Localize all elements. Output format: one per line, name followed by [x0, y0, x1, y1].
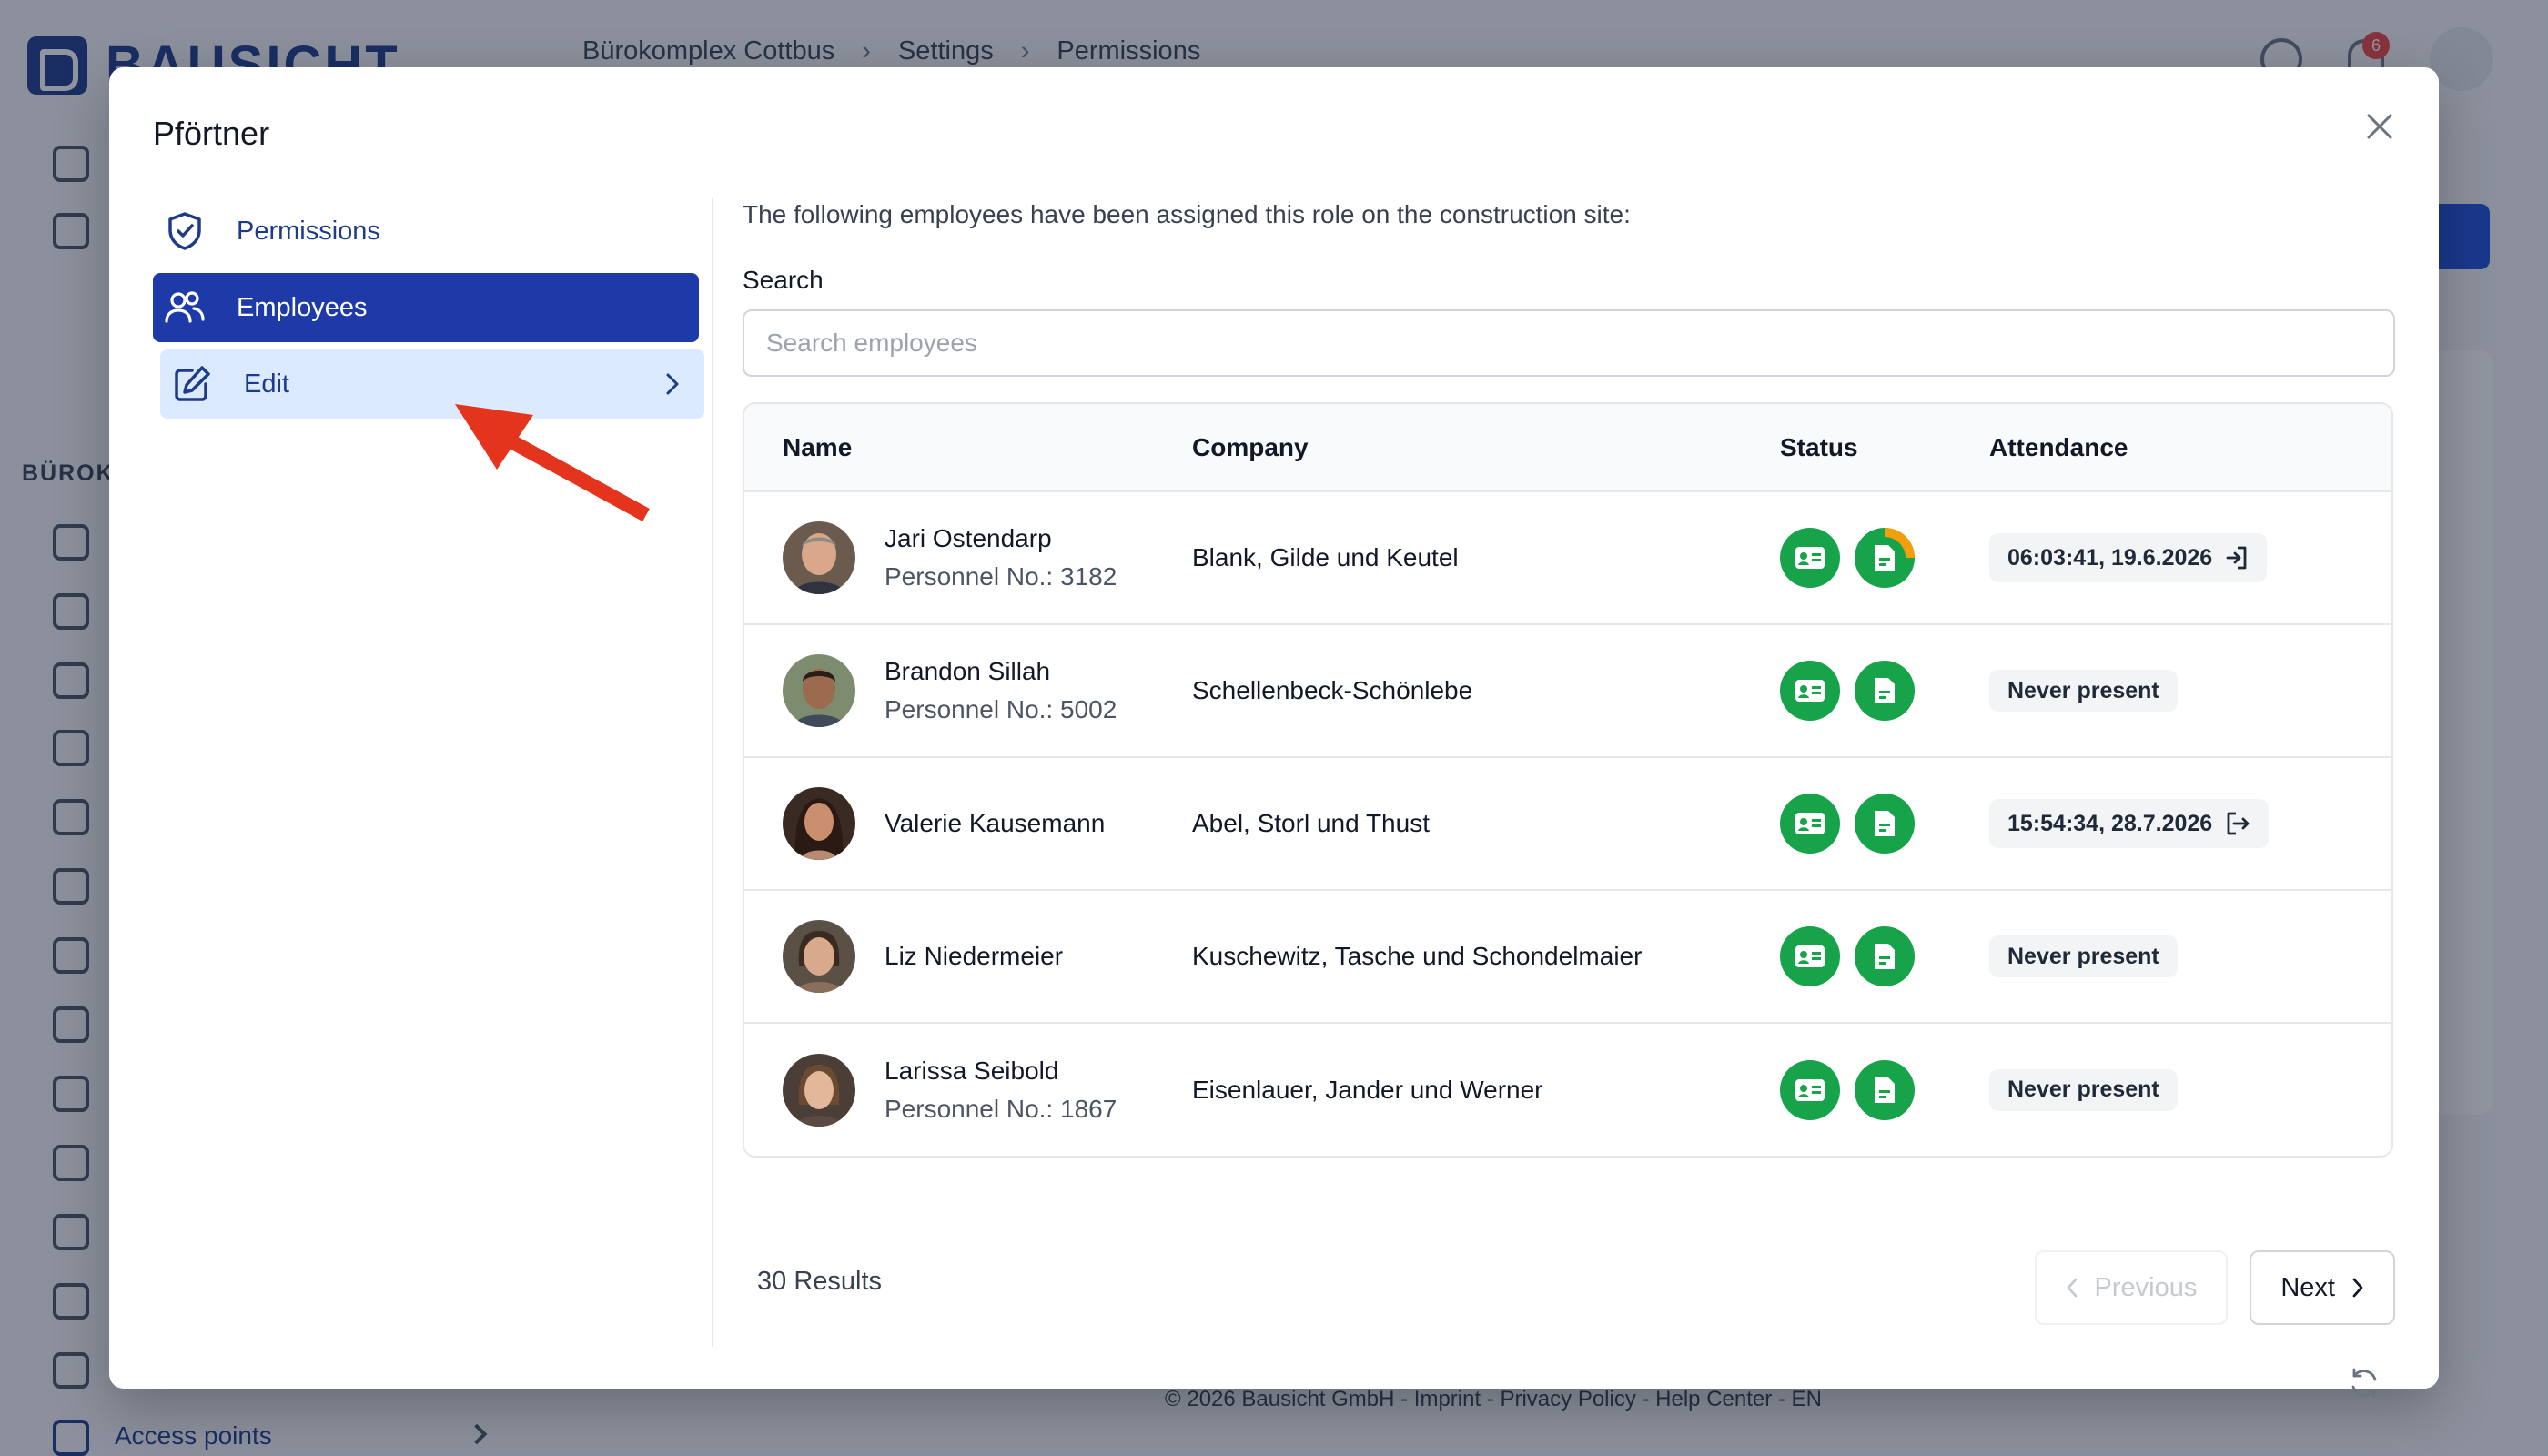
attendance-chip: 06:03:41, 19.6.2026 [1989, 533, 2268, 582]
table-row[interactable]: Jari Ostendarp Personnel No.: 3182 Blank,… [744, 491, 2391, 625]
document-icon[interactable] [1855, 926, 1915, 986]
avatar [783, 521, 855, 594]
chevron-right-icon [2352, 1278, 2363, 1298]
table-row[interactable]: Larissa Seibold Personnel No.: 1867 Eisen… [744, 1023, 2391, 1156]
table-row[interactable]: Liz Niedermeier Kuschewitz, Tasche und S… [744, 890, 2391, 1024]
sign-out-icon [2227, 812, 2250, 835]
id-card-icon[interactable] [1780, 661, 1840, 721]
nav-label-edit: Edit [244, 369, 289, 399]
pagination: Previous Next [2034, 1250, 2395, 1325]
table-header-row: Name Company Status Attendance [744, 404, 2391, 492]
close-button[interactable] [2357, 104, 2402, 149]
employee-name: Liz Niedermeier [885, 942, 1064, 970]
pencil-square-icon [171, 363, 213, 405]
modal-divider [712, 198, 713, 1347]
document-icon[interactable] [1855, 1059, 1915, 1120]
employee-name: Larissa Seibold [885, 1056, 1059, 1085]
attendance-chip: Never present [1989, 935, 2178, 977]
avatar [783, 787, 855, 860]
pointer-arrow-icon [455, 404, 650, 522]
employee-name: Valerie Kausemann [885, 809, 1106, 837]
column-header-name: Name [744, 404, 1192, 492]
previous-label: Previous [2094, 1272, 2198, 1302]
id-card-icon[interactable] [1780, 528, 1840, 588]
results-count: 30 Results [757, 1267, 883, 1296]
attendance-chip: 15:54:34, 28.7.2026 [1989, 799, 2270, 848]
search-input[interactable] [743, 309, 2395, 377]
personnel-number: Personnel No.: 1867 [885, 1094, 1117, 1123]
attendance-time: 06:03:41, 19.6.2026 [2007, 544, 2213, 571]
refresh-icon [2351, 1368, 2377, 1399]
column-header-attendance: Attendance [1989, 404, 2391, 492]
modal-nav: Permissions Employees Edit [153, 197, 704, 426]
users-icon [164, 287, 206, 329]
table-row[interactable]: Valerie Kausemann Abel, Storl und Thust … [744, 757, 2391, 891]
avatar [783, 1053, 855, 1127]
employees-panel: The following employees have been assign… [743, 197, 2395, 1399]
role-modal: Pförtner Permissions Employees Edit The … [109, 67, 2439, 1399]
company-cell: Schellenbeck-Schönlebe [1192, 624, 1780, 758]
shield-check-icon [164, 210, 206, 252]
attendance-time: 15:54:34, 28.7.2026 [2007, 810, 2213, 836]
intro-text: The following employees have been assign… [743, 200, 1631, 228]
chevron-right-icon [664, 371, 681, 404]
company-cell: Blank, Gilde und Keutel [1192, 491, 1780, 625]
close-icon [2367, 114, 2392, 139]
avatar [783, 654, 855, 727]
nav-label-employees: Employees [237, 292, 368, 322]
employee-name: Jari Ostendarp [885, 524, 1052, 552]
column-header-status: Status [1780, 404, 1989, 492]
previous-button[interactable]: Previous [2034, 1250, 2229, 1325]
attendance-chip: Never present [1989, 1068, 2178, 1111]
chevron-left-icon [2067, 1278, 2077, 1298]
nav-item-permissions[interactable]: Permissions [153, 197, 699, 266]
document-partial-icon[interactable] [1855, 528, 1915, 588]
attendance-chip: Never present [1989, 670, 2178, 712]
company-cell: Kuschewitz, Tasche und Schondelmaier [1192, 890, 1780, 1024]
company-cell: Eisenlauer, Jander und Werner [1192, 1075, 1543, 1104]
company-cell: Abel, Storl und Thust [1192, 757, 1780, 891]
next-label: Next [2280, 1272, 2335, 1302]
id-card-icon[interactable] [1780, 794, 1840, 854]
next-button[interactable]: Next [2250, 1250, 2395, 1325]
employees-table: Name Company Status Attendance Jari Oste… [743, 402, 2393, 1158]
personnel-number: Personnel No.: 3182 [885, 562, 1117, 591]
column-header-company: Company [1192, 404, 1780, 492]
table-row[interactable]: Brandon Sillah Personnel No.: 5002 Schell… [744, 624, 2391, 758]
document-icon[interactable] [1855, 661, 1915, 721]
document-icon[interactable] [1855, 794, 1915, 854]
personnel-number: Personnel No.: 5002 [885, 695, 1117, 723]
search-label: Search [743, 266, 824, 294]
nav-item-employees[interactable]: Employees [153, 273, 699, 342]
id-card-icon[interactable] [1780, 1059, 1840, 1120]
avatar [783, 920, 855, 993]
nav-label-permissions: Permissions [237, 216, 380, 246]
sign-in-icon [2226, 546, 2247, 570]
employee-name: Brandon Sillah [885, 657, 1051, 685]
id-card-icon[interactable] [1780, 926, 1840, 986]
modal-title: Pförtner [153, 115, 270, 152]
refresh-button[interactable] [2348, 1367, 2381, 1404]
